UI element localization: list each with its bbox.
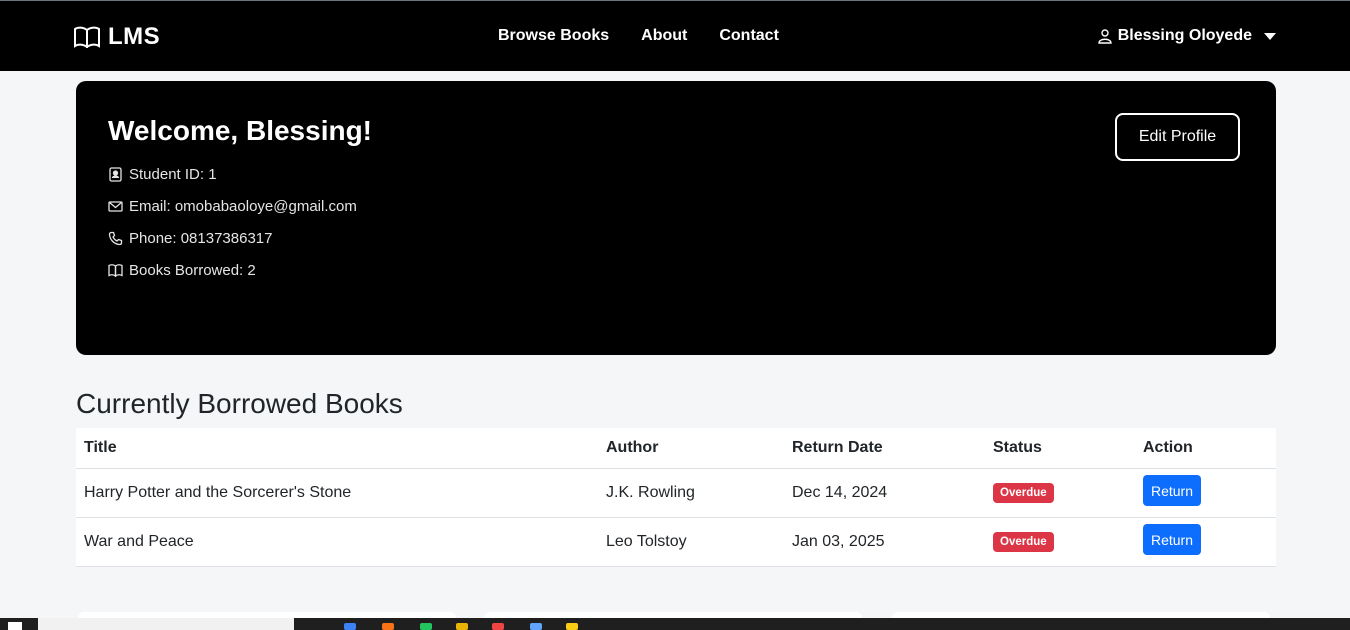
phone-text: Phone: 08137386317: [129, 230, 273, 247]
brand-text: LMS: [108, 23, 161, 50]
table-row: Harry Potter and the Sorcerer's Stone J.…: [76, 469, 1276, 518]
table-header-row: Title Author Return Date Status Action: [76, 428, 1276, 469]
return-button[interactable]: Return: [1143, 524, 1201, 555]
profile-card: Welcome, Blessing! Edit Profile Student …: [76, 81, 1276, 355]
return-date: Jan 03, 2025: [792, 533, 885, 550]
nav-contact[interactable]: Contact: [719, 27, 779, 45]
taskbar-app-icon[interactable]: [456, 623, 468, 630]
email-row: Email: omobabaoloye@gmail.com: [108, 198, 357, 215]
edit-profile-button[interactable]: Edit Profile: [1115, 113, 1240, 161]
taskbar-app-icon[interactable]: [566, 623, 578, 630]
student-id-text: Student ID: 1: [129, 166, 217, 183]
taskbar-app-icon[interactable]: [420, 623, 432, 630]
taskbar-search[interactable]: [38, 618, 294, 630]
book-author: Leo Tolstoy: [606, 533, 687, 550]
column-header-action: Action: [1143, 439, 1193, 456]
books-borrowed-text: Books Borrowed: 2: [129, 262, 256, 279]
status-badge: Overdue: [993, 532, 1054, 552]
envelope-icon: [108, 201, 123, 212]
brand-logo[interactable]: LMS: [74, 23, 160, 51]
book-title: Harry Potter and the Sorcerer's Stone: [84, 484, 352, 501]
phone-row: Phone: 08137386317: [108, 230, 272, 247]
action-cell: Return: [1143, 518, 1201, 566]
taskbar-app-icon[interactable]: [344, 623, 356, 630]
status-badge: Overdue: [993, 483, 1054, 503]
book-open-icon: [108, 264, 123, 278]
phone-icon: [108, 231, 123, 246]
taskbar-app-icon[interactable]: [530, 623, 542, 630]
user-name: Blessing Oloyede: [1117, 27, 1252, 44]
student-id-row: Student ID: 1: [108, 166, 217, 183]
column-header-author: Author: [606, 439, 659, 456]
taskbar-app-icon[interactable]: [492, 623, 504, 630]
email-text: Email: omobabaoloye@gmail.com: [129, 198, 357, 215]
return-button[interactable]: Return: [1143, 475, 1201, 506]
welcome-heading: Welcome, Blessing!: [108, 115, 373, 146]
books-borrowed-row: Books Borrowed: 2: [108, 262, 256, 279]
nav-links: Browse Books About Contact: [498, 27, 811, 45]
user-icon: [1098, 28, 1112, 44]
status-cell: Overdue: [993, 518, 1054, 566]
table-row: War and Peace Leo Tolstoy Jan 03, 2025 O…: [76, 518, 1276, 567]
status-cell: Overdue: [993, 469, 1054, 517]
windows-start-icon[interactable]: [8, 622, 22, 630]
column-header-title: Title: [84, 439, 117, 456]
book-icon: [74, 26, 100, 48]
return-date: Dec 14, 2024: [792, 484, 888, 501]
id-badge-icon: [109, 167, 122, 182]
borrowed-books-heading: Currently Borrowed Books: [76, 388, 403, 419]
user-menu-dropdown[interactable]: Blessing Oloyede: [1098, 27, 1276, 45]
column-header-return-date: Return Date: [792, 439, 883, 456]
caret-down-icon: [1264, 32, 1276, 40]
book-author: J.K. Rowling: [606, 484, 695, 501]
action-cell: Return: [1143, 469, 1201, 517]
borrowed-books-table: Title Author Return Date Status Action H…: [76, 428, 1276, 567]
top-navbar: LMS Browse Books About Contact Blessing …: [0, 1, 1350, 71]
book-title: War and Peace: [84, 533, 194, 550]
nav-about[interactable]: About: [641, 27, 687, 45]
taskbar-app-icon[interactable]: [382, 623, 394, 630]
column-header-status: Status: [993, 439, 1042, 456]
nav-browse-books[interactable]: Browse Books: [498, 27, 609, 45]
